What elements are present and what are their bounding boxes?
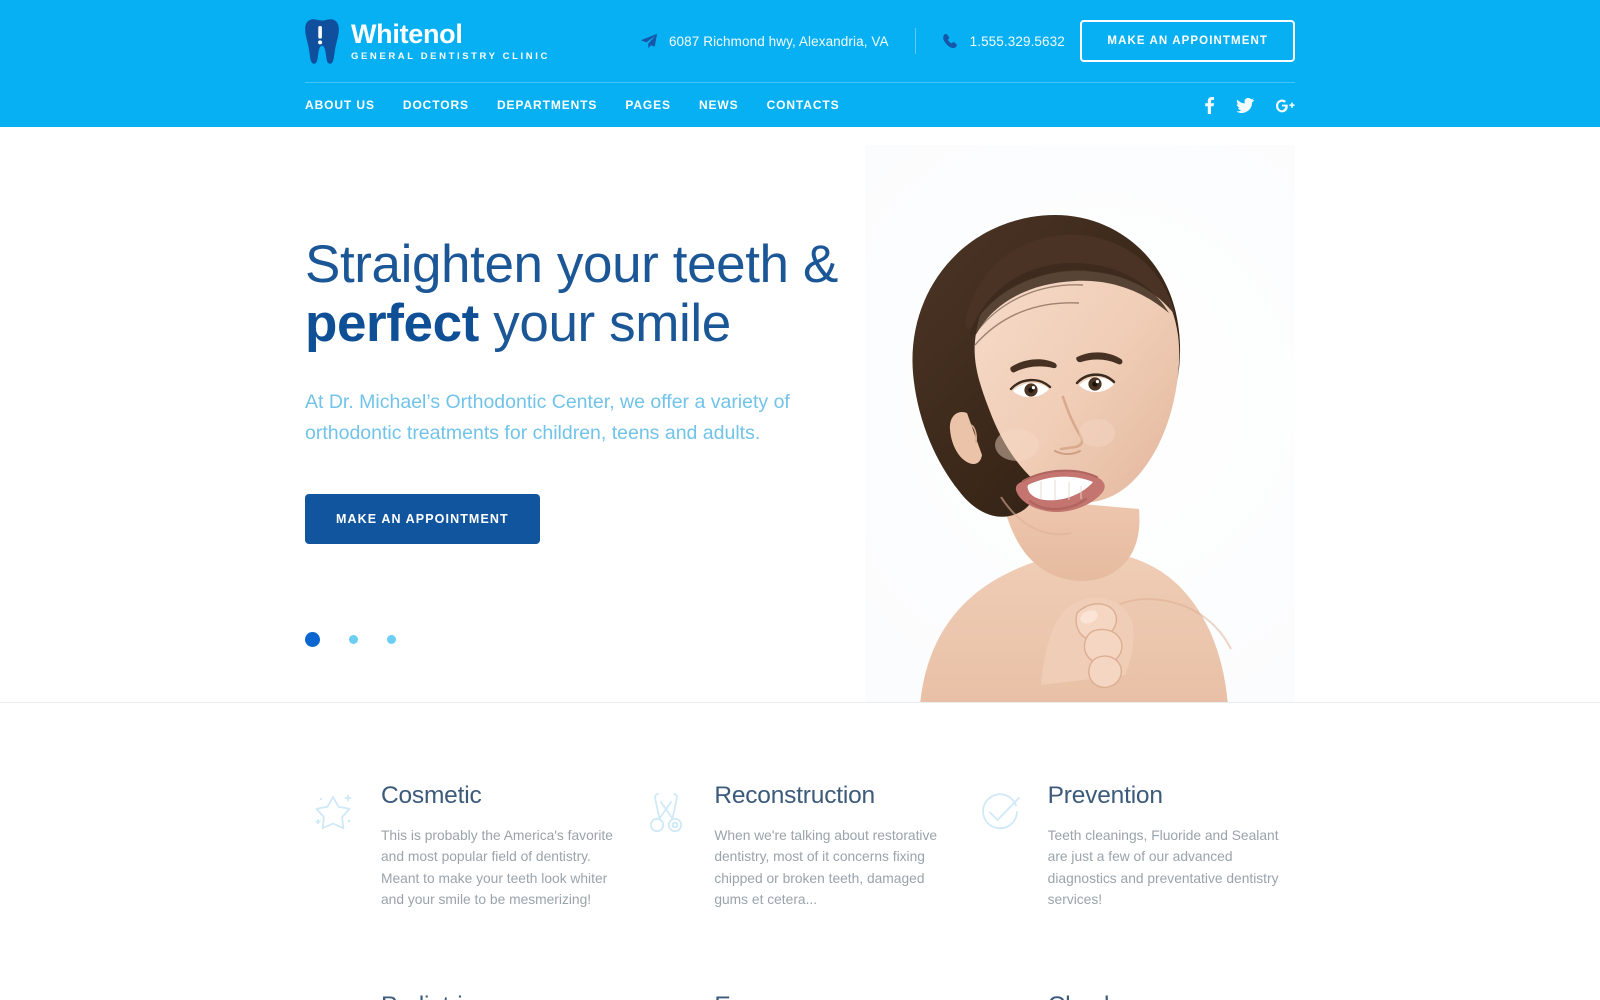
check-circle-icon [972, 783, 1028, 839]
brand-logo[interactable]: Whitenol GENERAL DENTISTRY CLINIC [305, 18, 550, 64]
header-appointment-button[interactable]: MAKE AN APPOINTMENT [1080, 20, 1295, 62]
header-contact-divider [914, 28, 916, 54]
nav-list: ABOUT US DOCTORS DEPARTMENTS PAGES NEWS … [305, 98, 840, 112]
services-section: Cosmetic This is probably the America's … [0, 703, 1600, 1000]
slider-dot-3[interactable] [387, 635, 396, 644]
paper-plane-icon [640, 32, 658, 50]
service-title: Cosmetic [381, 782, 482, 809]
slider-dots [305, 632, 396, 647]
hero-appointment-button[interactable]: MAKE AN APPOINTMENT [305, 494, 540, 545]
slider-dot-1[interactable] [305, 632, 320, 647]
service-body: Emergency [714, 992, 961, 1000]
service-body: Checkups [1048, 992, 1295, 1000]
child-sparkle-icon [305, 993, 361, 1000]
service-description: This is probably the America's favorite … [381, 827, 613, 908]
hero-container: Straighten your teeth & perfect your smi… [305, 127, 1295, 702]
header-address[interactable]: 6087 Richmond hwy, Alexandria, VA [640, 32, 889, 50]
services-grid: Cosmetic This is probably the America's … [305, 782, 1295, 1000]
service-description: Teeth cleanings, Fluoride and Sealant ar… [1047, 827, 1279, 908]
nav-item-doctors[interactable]: DOCTORS [403, 98, 469, 112]
service-card-checkups[interactable]: Checkups [972, 992, 1295, 1000]
header-topbar: Whitenol GENERAL DENTISTRY CLINIC 6087 R… [305, 0, 1295, 82]
service-title: Reconstruction [714, 782, 875, 809]
brand-name: Whitenol [351, 18, 463, 49]
service-title: Prevention [1047, 782, 1163, 809]
page-root: Whitenol GENERAL DENTISTRY CLINIC 6087 R… [0, 0, 1600, 1000]
twitter-icon[interactable] [1236, 97, 1254, 113]
hero-title: Straighten your teeth & perfect your smi… [305, 235, 905, 354]
nav-item-news[interactable]: NEWS [699, 98, 739, 112]
service-card-emergency[interactable]: Emergency [638, 992, 961, 1000]
service-card-pediatric[interactable]: Pediatric [305, 992, 628, 1000]
hero-title-line1: Straighten your teeth & [305, 235, 838, 294]
hero-title-rest: your smile [478, 294, 731, 354]
nav-item-about-us[interactable]: ABOUT US [305, 98, 375, 112]
service-body: Cosmetic This is probably the America's … [381, 782, 628, 910]
main-navigation: ABOUT US DOCTORS DEPARTMENTS PAGES NEWS … [305, 83, 1295, 127]
header-container: Whitenol GENERAL DENTISTRY CLINIC 6087 R… [305, 0, 1295, 127]
service-body: Reconstruction When we're talking about … [714, 782, 961, 910]
emergency-tooth-icon [638, 993, 694, 1000]
service-body: Prevention Teeth cleanings, Fluoride and… [1047, 782, 1295, 910]
nav-item-departments[interactable]: DEPARTMENTS [497, 98, 597, 112]
cup-icon [972, 993, 1028, 1000]
brand-text: Whitenol GENERAL DENTISTRY CLINIC [351, 18, 550, 63]
phone-icon [942, 33, 959, 50]
service-card-prevention[interactable]: Prevention Teeth cleanings, Fluoride and… [972, 782, 1295, 910]
header-phone-text: 1.555.329.5632 [969, 33, 1065, 49]
tooth-icon [305, 18, 339, 64]
nav-item-pages[interactable]: PAGES [625, 98, 671, 112]
nav-item-contacts[interactable]: CONTACTS [767, 98, 840, 112]
hero-title-bold: perfect [305, 294, 479, 354]
header-address-text: 6087 Richmond hwy, Alexandria, VA [668, 33, 889, 49]
service-card-cosmetic[interactable]: Cosmetic This is probably the America's … [305, 782, 628, 910]
hero-copy: Straighten your teeth & perfect your smi… [305, 235, 905, 545]
sparkle-star-icon [305, 783, 361, 839]
services-container: Cosmetic This is probably the America's … [305, 782, 1295, 1000]
brand-tagline: GENERAL DENTISTRY CLINIC [351, 51, 550, 63]
service-body: Pediatric [381, 992, 628, 1000]
social-links [1205, 96, 1295, 114]
header-phone[interactable]: 1.555.329.5632 [942, 33, 1065, 50]
hero-slider: Straighten your teeth & perfect your smi… [0, 127, 1600, 703]
service-description: When we're talking about restorative den… [714, 827, 938, 908]
service-title: Pediatric [381, 992, 628, 1000]
service-card-reconstruction[interactable]: Reconstruction When we're talking about … [638, 782, 961, 910]
slider-dot-2[interactable] [349, 635, 358, 644]
hero-subtitle: At Dr. Michael’s Orthodontic Center, we … [305, 390, 790, 444]
site-header: Whitenol GENERAL DENTISTRY CLINIC 6087 R… [0, 0, 1600, 127]
service-title: Checkups [1048, 992, 1295, 1000]
service-title: Emergency [714, 992, 961, 1000]
hero-image [865, 127, 1295, 702]
google-plus-icon[interactable] [1276, 98, 1295, 113]
facebook-icon[interactable] [1205, 96, 1214, 114]
scissors-icon [638, 783, 694, 839]
header-contacts: 6087 Richmond hwy, Alexandria, VA 1.555.… [640, 28, 1065, 54]
